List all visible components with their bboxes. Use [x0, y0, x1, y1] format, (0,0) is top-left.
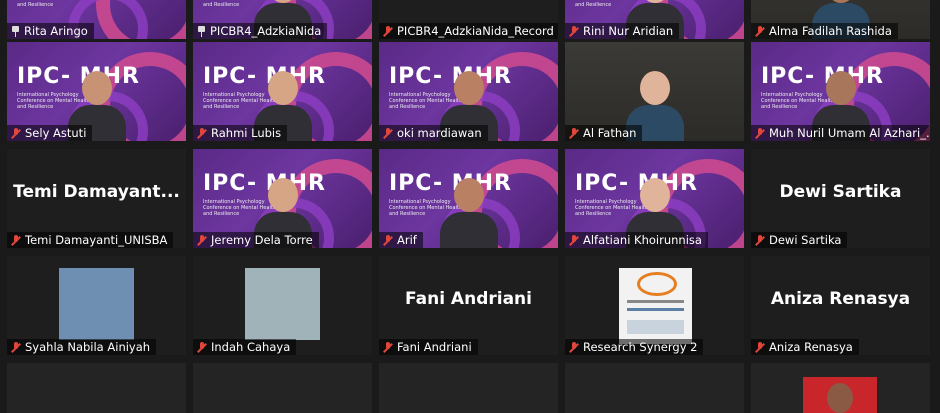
mic-muted-icon: [11, 341, 21, 353]
participant-name-label: PICBR4_AdzkiaNida_Record: [379, 23, 558, 39]
pin-icon: [197, 25, 206, 37]
banner-subtitle: International Psychology Conference on M…: [17, 0, 90, 8]
display-name: Aniza Renasya: [770, 289, 911, 309]
mic-muted-icon: [569, 25, 579, 37]
participant-tile[interactable]: Indah Cahaya: [193, 256, 372, 355]
mic-muted-icon: [569, 127, 579, 139]
mic-muted-icon: [383, 127, 393, 139]
participant-name-label: Rahmi Lubis: [193, 125, 288, 141]
mic-muted-icon: [755, 341, 765, 353]
participant-name: Muh Nuril Umam Al Azhari_...: [769, 126, 930, 140]
participant-tile[interactable]: [751, 363, 930, 413]
mic-muted-icon: [197, 341, 207, 353]
participant-name-label: Al Fathan: [565, 125, 643, 141]
participant-tile[interactable]: Alma Fadilah Rashida: [751, 0, 930, 39]
participant-tile[interactable]: Fani Andriani Fani Andriani: [379, 256, 558, 355]
participant-name: oki mardiawan: [397, 126, 482, 140]
participant-name: Research Synergy 2: [583, 340, 698, 354]
participant-name-label: Jeremy Dela Torre: [193, 232, 319, 248]
mic-muted-icon: [383, 341, 393, 353]
mic-muted-icon: [755, 127, 765, 139]
participant-video: [803, 377, 877, 413]
participant-name-label: PICBR4_AdzkiaNida: [193, 23, 328, 39]
mic-muted-icon: [197, 234, 207, 246]
profile-photo: [59, 268, 134, 340]
research-synergy-logo: [619, 268, 692, 344]
participant-tile[interactable]: PICBR4_AdzkiaNida_Record: [379, 0, 558, 39]
participant-tile[interactable]: IPC- MHRInternational Psychology Confere…: [379, 149, 558, 248]
display-name: Fani Andriani: [405, 289, 532, 309]
mic-muted-icon: [569, 234, 579, 246]
participant-name: Syahla Nabila Ainiyah: [25, 340, 151, 354]
participant-name-label: Muh Nuril Umam Al Azhari_...: [751, 125, 930, 141]
participant-tile[interactable]: [379, 363, 558, 413]
participant-name: Alma Fadilah Rashida: [769, 24, 892, 38]
participant-tile[interactable]: IPC- MHRInternational Psychology Confere…: [193, 0, 372, 39]
participant-tile[interactable]: IPC- MHRInternational Psychology Confere…: [193, 42, 372, 141]
participant-tile[interactable]: IPC- MHRInternational Psychology Confere…: [565, 149, 744, 248]
participant-name: Jeremy Dela Torre: [211, 233, 313, 247]
participant-name: Rahmi Lubis: [211, 126, 282, 140]
participant-name-label: Rita Aringo: [7, 23, 94, 39]
participant-name: PICBR4_AdzkiaNida_Record: [397, 24, 554, 38]
participant-name: Alfatiani Khoirunnisa: [583, 233, 702, 247]
participant-name: Fani Andriani: [397, 340, 472, 354]
participant-name: PICBR4_AdzkiaNida: [210, 24, 322, 38]
participant-name-label: Sely Astuti: [7, 125, 93, 141]
mic-muted-icon: [11, 234, 21, 246]
participant-name-label: Dewi Sartika: [751, 232, 848, 248]
participant-name: Arif: [397, 233, 417, 247]
participant-name-label: Research Synergy 2: [565, 339, 704, 355]
pin-icon: [11, 25, 20, 37]
mic-muted-icon: [383, 25, 393, 37]
participant-tile[interactable]: Dewi Sartika Dewi Sartika: [751, 149, 930, 248]
participant-name-label: oki mardiawan: [379, 125, 488, 141]
participant-name: Aniza Renasya: [769, 340, 853, 354]
mic-muted-icon: [569, 341, 579, 353]
participant-name: Rita Aringo: [24, 24, 88, 38]
participant-name-label: Alfatiani Khoirunnisa: [565, 232, 708, 248]
mic-muted-icon: [755, 25, 765, 37]
participant-tile[interactable]: IPC- MHRInternational Psychology Confere…: [565, 0, 744, 39]
participant-name-label: Aniza Renasya: [751, 339, 859, 355]
participant-tile[interactable]: Aniza Renasya Aniza Renasya: [751, 256, 930, 355]
participant-tile[interactable]: Temi Damayant... Temi Damayanti_UNISBA: [7, 149, 186, 248]
mic-muted-icon: [197, 127, 207, 139]
participant-tile[interactable]: [565, 363, 744, 413]
participant-tile[interactable]: [193, 363, 372, 413]
participant-tile[interactable]: IPC- MHRInternational Psychology Confere…: [379, 42, 558, 141]
participant-tile[interactable]: IPC- MHRInternational Psychology Confere…: [751, 42, 930, 141]
participant-name-label: Temi Damayanti_UNISBA: [7, 232, 174, 248]
participant-name-label: Alma Fadilah Rashida: [751, 23, 898, 39]
participant-name: Dewi Sartika: [769, 233, 842, 247]
participant-name: Indah Cahaya: [211, 340, 291, 354]
participant-tile[interactable]: IPC- MHRInternational Psychology Confere…: [7, 42, 186, 141]
participant-name: Temi Damayanti_UNISBA: [25, 233, 168, 247]
display-name: Temi Damayant...: [13, 182, 180, 202]
display-name: Dewi Sartika: [779, 182, 902, 202]
participant-tile[interactable]: Syahla Nabila Ainiyah: [7, 256, 186, 355]
participant-tile[interactable]: Al Fathan: [565, 42, 744, 141]
participant-name: Al Fathan: [583, 126, 637, 140]
participant-name-label: Rini Nur Aridian: [565, 23, 680, 39]
mic-muted-icon: [383, 234, 393, 246]
profile-photo: [245, 268, 320, 340]
participant-tile[interactable]: IPC- MHRInternational Psychology Confere…: [7, 0, 186, 39]
participant-tile[interactable]: IPC- MHRInternational Psychology Confere…: [193, 149, 372, 248]
participant-name: Rini Nur Aridian: [583, 24, 674, 38]
mic-muted-icon: [755, 234, 765, 246]
participant-name-label: Indah Cahaya: [193, 339, 297, 355]
participant-name-label: Arif: [379, 232, 423, 248]
participant-name-label: Syahla Nabila Ainiyah: [7, 339, 157, 355]
mic-muted-icon: [11, 127, 21, 139]
participant-name-label: Fani Andriani: [379, 339, 478, 355]
participant-tile[interactable]: [7, 363, 186, 413]
participant-video: [439, 172, 498, 248]
participant-name: Sely Astuti: [25, 126, 87, 140]
participant-tile[interactable]: Research Synergy 2: [565, 256, 744, 355]
